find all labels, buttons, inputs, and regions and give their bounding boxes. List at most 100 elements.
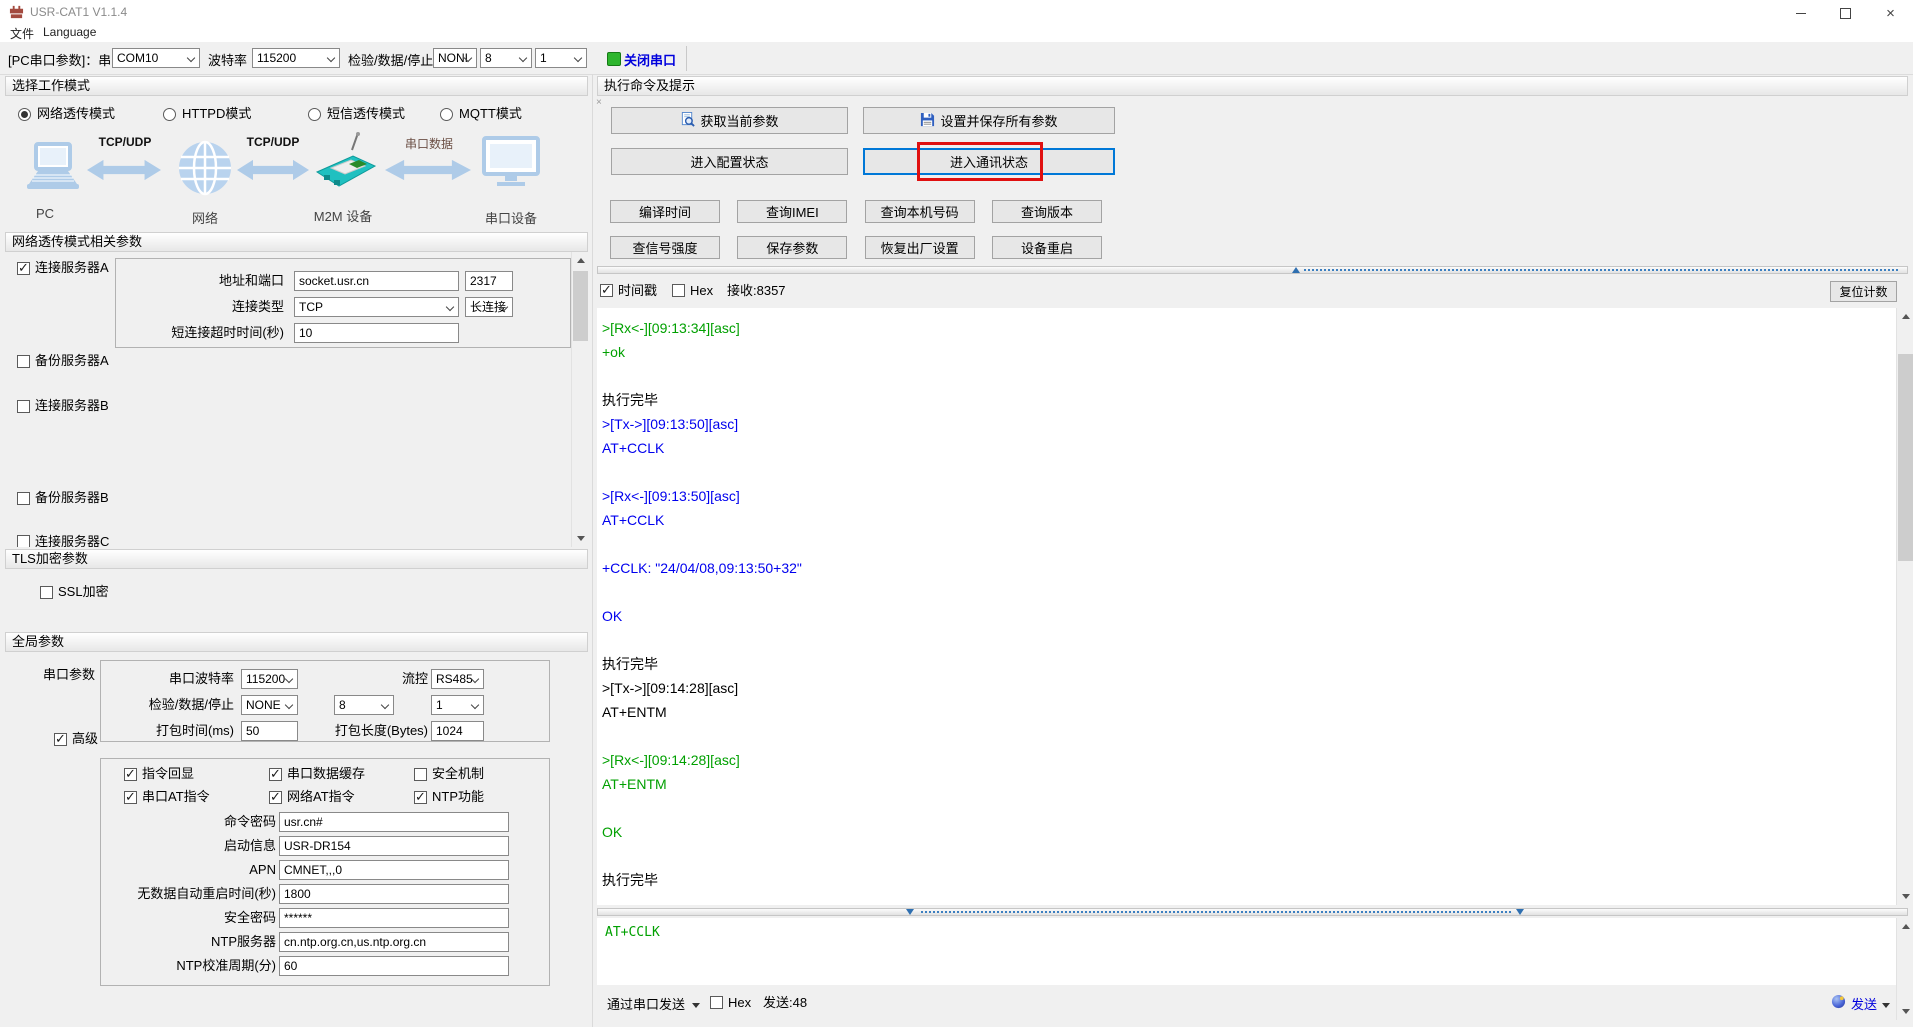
baud-select[interactable]: 115200: [252, 48, 340, 68]
field-row: APN CMNET,,,0: [101, 860, 551, 880]
server-addr-input[interactable]: socket.usr.cn: [294, 271, 459, 291]
command-button[interactable]: 查询IMEI: [737, 200, 848, 223]
server-scrollbar[interactable]: [571, 252, 588, 547]
server-port-input[interactable]: 2317: [465, 271, 513, 291]
send-scrollbar[interactable]: [1896, 918, 1913, 1020]
addr-label: 地址和端口: [218, 273, 284, 288]
send-hex-label: Hex: [728, 995, 752, 1010]
log-output[interactable]: >[Rx<-][09:13:34][asc] +ok 执行完毕 >[Tx->][09:…: [597, 308, 1896, 905]
set-save-params-button[interactable]: 设置并保存所有参数: [863, 107, 1115, 134]
radio-httpd[interactable]: [163, 108, 176, 121]
parity-select[interactable]: NONI: [433, 48, 477, 68]
send-splitter[interactable]: [597, 908, 1908, 916]
send-input-area[interactable]: AT+CCLK: [597, 918, 1896, 985]
send-via-dropdown[interactable]: 通过串口发送: [607, 994, 701, 1013]
radio-sms-passthrough[interactable]: [308, 108, 321, 121]
close-button[interactable]: ×: [1868, 0, 1913, 26]
ssl-checkbox[interactable]: [40, 586, 53, 599]
node-serial-label: 串口设备: [484, 211, 538, 226]
send-input-text[interactable]: AT+CCLK: [605, 925, 660, 940]
splitter-arrow-up-icon[interactable]: [1292, 267, 1300, 273]
scrollbar-thumb[interactable]: [1898, 354, 1913, 561]
com-port-select[interactable]: COM10: [112, 48, 200, 68]
command-button[interactable]: 编译时间: [610, 200, 720, 223]
splitter-arrow-down-icon[interactable]: [906, 909, 914, 915]
highlight-annotation: [917, 142, 1043, 181]
scroll-up-icon[interactable]: [1897, 308, 1913, 325]
flag-ntp-checkbox[interactable]: [414, 789, 427, 805]
splitter-arrow-down-icon[interactable]: [1516, 909, 1524, 915]
flag-security-checkbox[interactable]: [414, 768, 427, 781]
log-line: AT+CCLK: [602, 440, 665, 456]
command-button[interactable]: 保存参数: [737, 236, 848, 259]
scroll-up-icon[interactable]: [1897, 918, 1913, 935]
send-button[interactable]: 发送: [1851, 994, 1891, 1013]
menu-language[interactable]: Language: [38, 23, 101, 41]
send-sphere-icon: [1831, 994, 1846, 1012]
flag-serial-at-checkbox[interactable]: [124, 789, 137, 805]
log-scrollbar[interactable]: [1896, 308, 1913, 905]
menu-file[interactable]: 文件: [5, 23, 39, 44]
dev-stopbits-select[interactable]: 1: [431, 695, 484, 715]
command-button[interactable]: 查信号强度: [610, 236, 720, 259]
flag-cache-checkbox[interactable]: [269, 766, 282, 782]
backup-b-checkbox[interactable]: [17, 492, 30, 505]
scrollbar-thumb[interactable]: [573, 271, 588, 341]
log-line: >[Rx<-][09:13:50][asc]: [602, 488, 740, 504]
flag-net-at-checkbox[interactable]: [269, 789, 282, 805]
chevron-down-icon: [470, 700, 480, 710]
advanced-groupbox: 指令回显 串口数据缓存 安全机制 串口AT指令 网络AT指令 NTP功能 命令密…: [100, 758, 550, 986]
conn-type-select[interactable]: TCP: [294, 297, 459, 317]
pack-time-label: 打包时间(ms): [156, 723, 234, 738]
stopbits-select[interactable]: 1: [535, 48, 587, 68]
log-hex-checkbox[interactable]: [672, 284, 685, 297]
field-input[interactable]: 1800: [279, 884, 509, 904]
advanced-checkbox[interactable]: [54, 731, 67, 747]
dev-baud-select[interactable]: 115200: [241, 669, 298, 689]
server-a-checkbox[interactable]: [17, 260, 30, 276]
radio-mqtt-label: MQTT模式: [459, 106, 522, 121]
log-line: >[Tx->][09:13:50][asc]: [602, 416, 739, 432]
server-c-checkbox[interactable]: [17, 535, 30, 547]
dev-parity-select[interactable]: NONE: [241, 695, 298, 715]
field-input[interactable]: cn.ntp.org.cn,us.ntp.org.cn: [279, 932, 509, 952]
short-conn-timeout-input[interactable]: 10: [294, 323, 459, 343]
command-button[interactable]: 查询版本: [991, 200, 1102, 223]
dev-databits-select[interactable]: 8: [334, 695, 394, 715]
field-input[interactable]: 60: [279, 956, 509, 976]
databits-select[interactable]: 8: [480, 48, 532, 68]
command-button[interactable]: 恢复出厂设置: [864, 236, 975, 259]
timestamp-checkbox[interactable]: [600, 282, 613, 298]
splitter-collapse-icon[interactable]: ×: [596, 97, 602, 108]
command-button[interactable]: 设备重启: [991, 236, 1102, 259]
scroll-down-icon[interactable]: [1897, 1003, 1913, 1020]
field-input[interactable]: usr.cn#: [279, 812, 509, 832]
scroll-up-icon[interactable]: [572, 252, 588, 269]
backup-a-checkbox[interactable]: [17, 355, 30, 368]
reset-count-button[interactable]: 复位计数: [1830, 281, 1897, 302]
log-splitter[interactable]: [597, 266, 1908, 274]
field-input[interactable]: CMNET,,,0: [279, 860, 509, 880]
server-c-label: 连接服务器C: [35, 534, 110, 547]
command-button[interactable]: 查询本机号码: [864, 200, 975, 223]
pack-len-input[interactable]: 1024: [431, 721, 484, 741]
enter-config-button[interactable]: 进入配置状态: [611, 148, 848, 175]
send-hex-checkbox[interactable]: [710, 996, 723, 1009]
radio-net-passthrough[interactable]: [18, 108, 31, 121]
flow-select[interactable]: RS485: [431, 669, 484, 689]
close-port-button[interactable]: 关闭串口: [624, 50, 676, 69]
server-b-checkbox[interactable]: [17, 400, 30, 413]
minimize-button[interactable]: [1778, 0, 1823, 26]
chevron-down-icon: [284, 674, 294, 684]
scroll-down-icon[interactable]: [1897, 888, 1913, 905]
scroll-down-icon[interactable]: [572, 530, 588, 547]
field-input[interactable]: ******: [279, 908, 509, 928]
radio-mqtt[interactable]: [440, 108, 453, 121]
field-row: 命令密码 usr.cn#: [101, 812, 551, 832]
keep-type-select[interactable]: 长连接: [465, 297, 513, 317]
maximize-button[interactable]: [1823, 0, 1868, 26]
field-input[interactable]: USR-DR154: [279, 836, 509, 856]
get-params-button[interactable]: 获取当前参数: [611, 107, 848, 134]
flag-echo-checkbox[interactable]: [124, 766, 137, 782]
flag-ntp-label: NTP功能: [432, 789, 485, 804]
